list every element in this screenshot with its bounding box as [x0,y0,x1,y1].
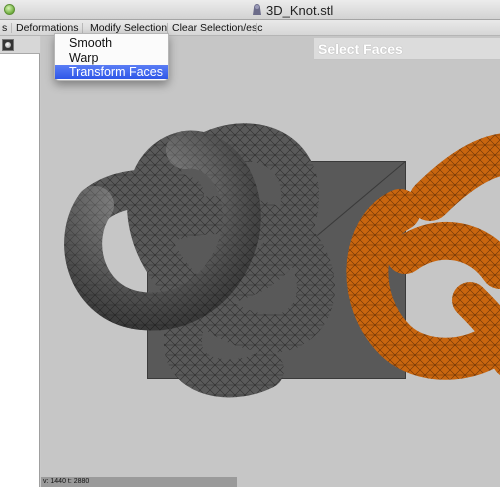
menu-item-smooth[interactable]: Smooth [55,36,168,50]
gray-knot-model[interactable] [64,123,335,398]
status-bar: v: 1440 t: 2880 [41,477,237,487]
menu-item-warp[interactable]: Warp [55,51,168,65]
orange-knot-model[interactable] [346,133,500,380]
deformations-dropdown: Smooth Warp Transform Faces [54,33,169,81]
menu-item-transform-faces[interactable]: Transform Faces [55,65,168,79]
